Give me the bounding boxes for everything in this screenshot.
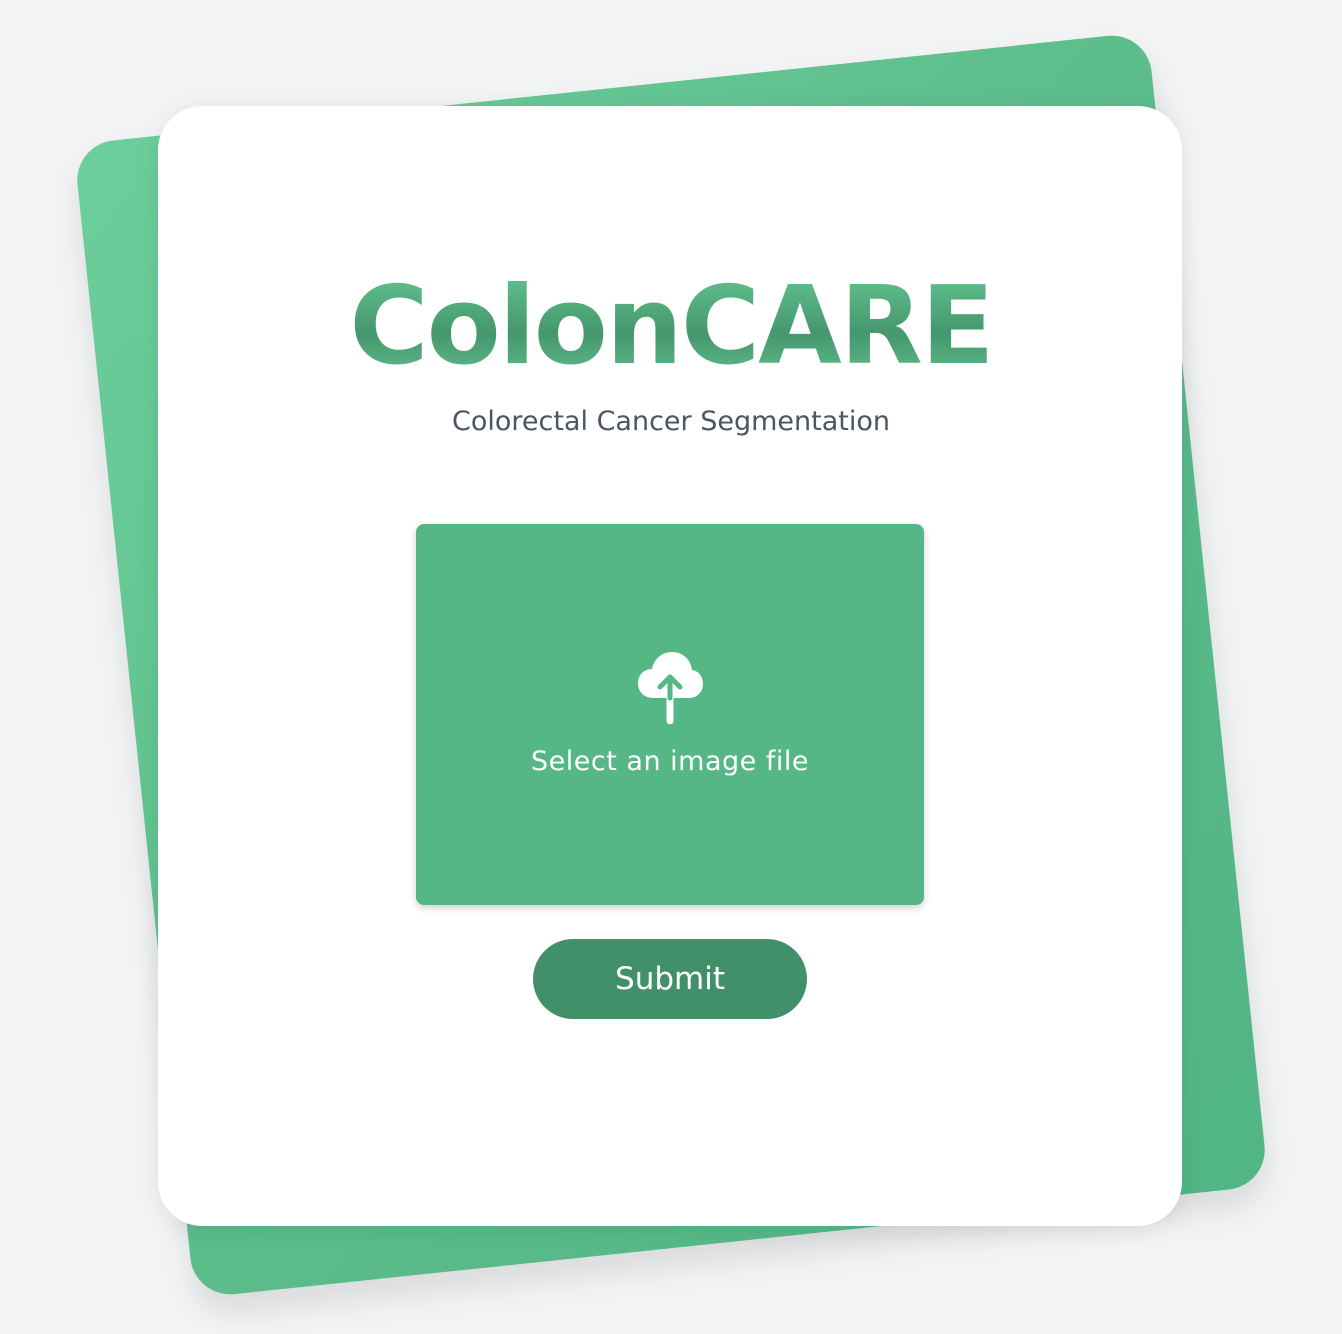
app-subtitle: Colorectal Cancer Segmentation xyxy=(452,406,890,437)
submit-button[interactable]: Submit xyxy=(533,939,807,1019)
cloud-upload-icon xyxy=(638,652,703,724)
app-title: ColonCARE xyxy=(0,262,1342,392)
upload-label[interactable]: Select an image file xyxy=(416,744,924,780)
